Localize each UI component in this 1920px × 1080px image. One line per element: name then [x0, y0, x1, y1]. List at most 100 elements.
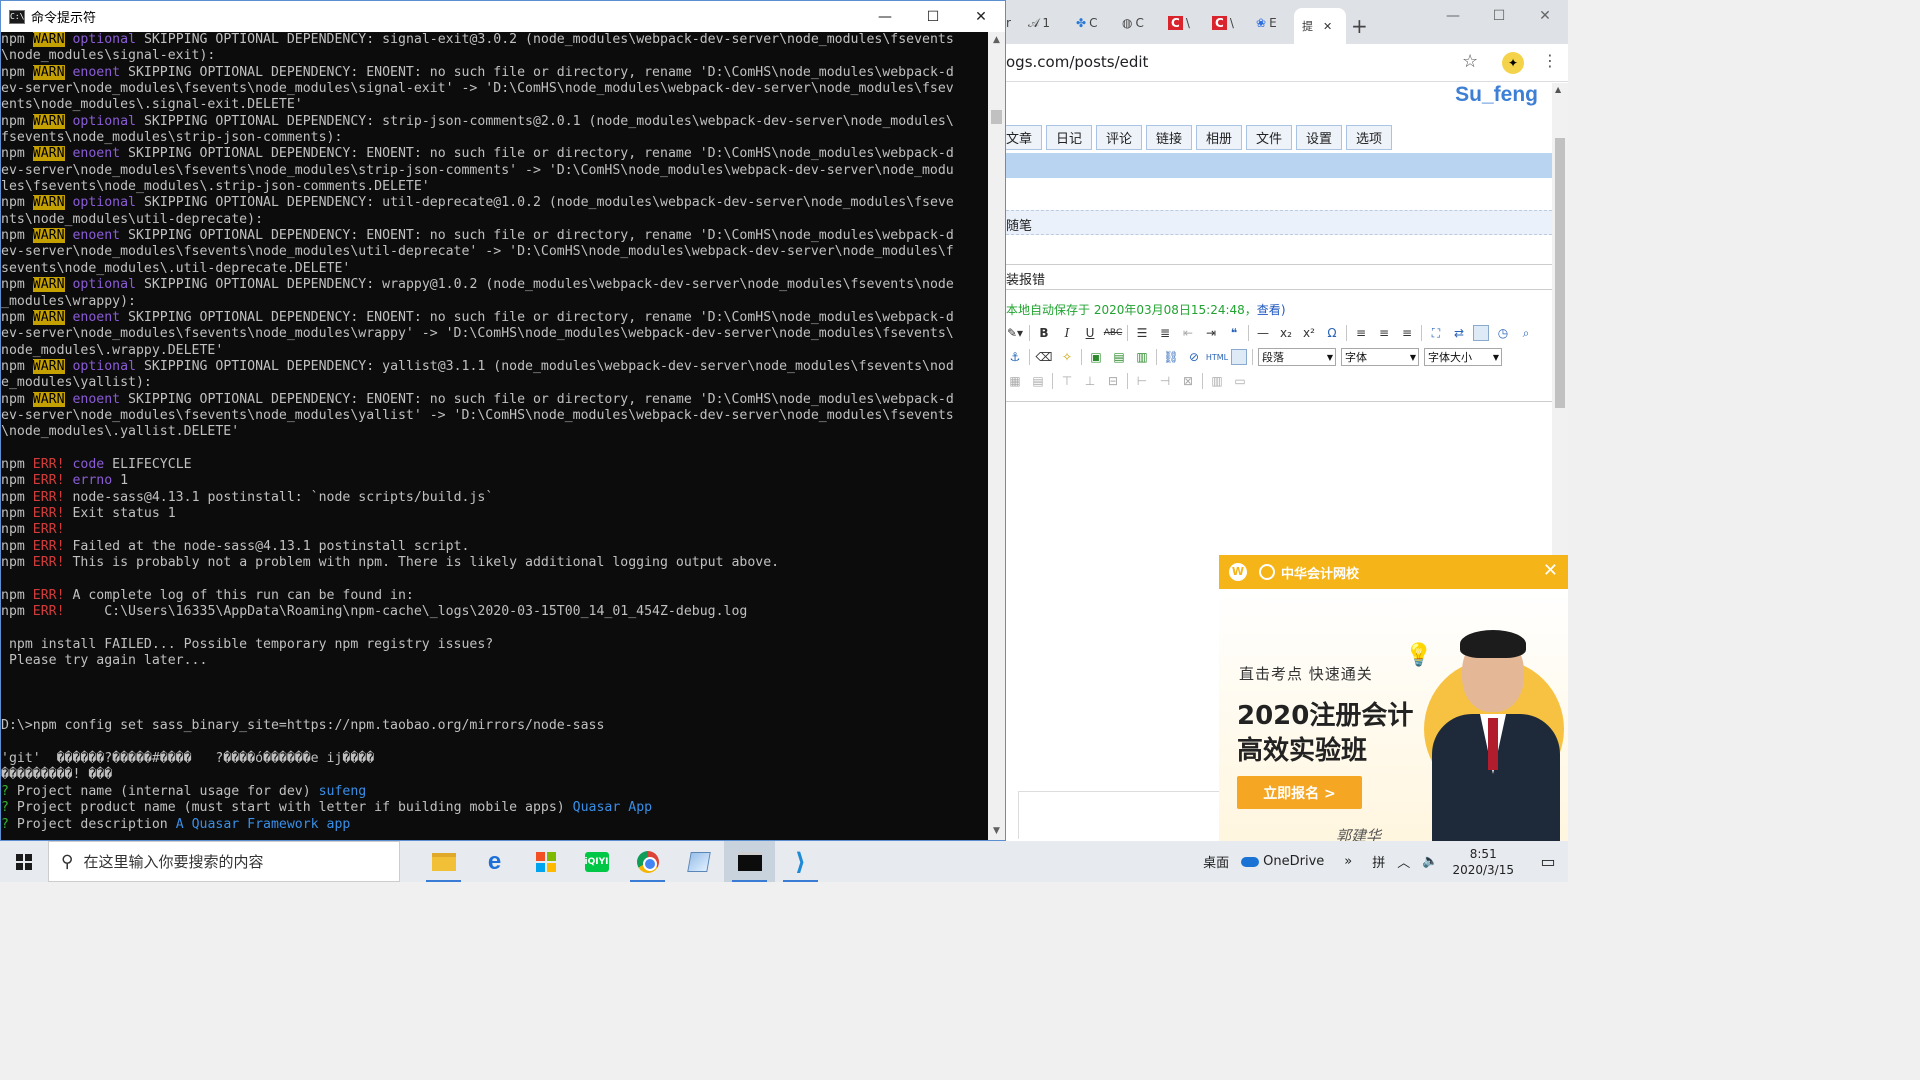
replace-icon[interactable]: ⇄: [1450, 324, 1468, 342]
merge-cells-icon[interactable]: ▭: [1231, 372, 1249, 390]
delete-row-icon[interactable]: ⊟: [1104, 372, 1122, 390]
browser-tab[interactable]: ✤ C: [1076, 12, 1120, 34]
browser-tab[interactable]: 𝒜1: [1028, 12, 1072, 34]
show-hidden-icons-icon[interactable]: ︿: [1391, 852, 1416, 871]
bullet-list-icon[interactable]: ☰: [1133, 324, 1151, 342]
special-char-icon[interactable]: Ω: [1323, 324, 1341, 342]
extension-icon[interactable]: ✦: [1502, 52, 1524, 74]
ad-signup-button[interactable]: 立即报名 >: [1237, 776, 1362, 809]
onedrive-item[interactable]: OneDrive: [1235, 854, 1330, 869]
page-scroll-thumb[interactable]: [1555, 138, 1565, 408]
browser-tab[interactable]: C \: [1168, 12, 1212, 34]
nav-tab-posts[interactable]: 文章: [1006, 125, 1042, 150]
cmd-scrollbar[interactable]: ▲ ▼: [988, 32, 1005, 840]
ad-body[interactable]: 💡 直击考点 快速通关 2020注册会计 高效实验班 立即报名 > 郭建华 考前…: [1219, 589, 1568, 841]
fullscreen-icon[interactable]: [1231, 349, 1247, 365]
cmd-titlebar[interactable]: C:\ 命令提示符 — ☐ ✕: [1, 1, 1005, 32]
align-left-icon[interactable]: ≡: [1352, 324, 1370, 342]
new-tab-button[interactable]: +: [1351, 14, 1368, 38]
nav-tab-diary[interactable]: 日记: [1046, 125, 1092, 150]
delete-col-icon[interactable]: ⊠: [1179, 372, 1197, 390]
taskbar-notes[interactable]: [673, 841, 724, 882]
text-color-icon[interactable]: ✎▾: [1006, 324, 1024, 342]
preview-icon[interactable]: ⌕: [1517, 324, 1535, 342]
toolbar-expand-icon[interactable]: »: [1330, 854, 1366, 869]
browser-menu-icon[interactable]: ⋮: [1542, 51, 1558, 70]
eraser-icon[interactable]: ⌫: [1035, 348, 1053, 366]
username[interactable]: Su_feng: [1455, 83, 1538, 107]
table-icon[interactable]: ▦: [1006, 372, 1024, 390]
time-icon[interactable]: ◷: [1494, 324, 1512, 342]
font-size-select[interactable]: 字体大小 ▼: [1424, 348, 1502, 366]
nav-tab-comments[interactable]: 评论: [1096, 125, 1142, 150]
browser-minimize-button[interactable]: —: [1430, 0, 1476, 32]
nav-tab-options[interactable]: 选项: [1346, 125, 1392, 150]
col-before-icon[interactable]: ⊢: [1133, 372, 1151, 390]
scroll-up-arrow-icon[interactable]: ▲: [1555, 85, 1561, 94]
close-button[interactable]: ✕: [957, 1, 1005, 32]
maximize-button[interactable]: ☐: [909, 1, 957, 32]
blockquote-icon[interactable]: ❝: [1225, 324, 1243, 342]
insert-image-icon[interactable]: ▣: [1087, 348, 1105, 366]
superscript-icon[interactable]: x²: [1300, 324, 1318, 342]
browser-maximize-button[interactable]: ☐: [1476, 0, 1522, 32]
browser-tab[interactable]: C \: [1212, 12, 1256, 34]
anchor-icon[interactable]: ⚓: [1006, 348, 1024, 366]
autosave-view-link[interactable]: 查看: [1257, 303, 1281, 317]
ad-close-icon[interactable]: ✕: [1543, 560, 1558, 581]
html-source-icon[interactable]: HTML: [1206, 348, 1228, 366]
split-cells-icon[interactable]: ▥: [1208, 372, 1226, 390]
strikethrough-icon[interactable]: ABC: [1104, 324, 1122, 342]
font-family-select[interactable]: 字体 ▼: [1341, 348, 1419, 366]
row-before-icon[interactable]: ⊤: [1058, 372, 1076, 390]
volume-icon[interactable]: 🔈: [1416, 854, 1444, 869]
clock[interactable]: 8:51 2020/3/15: [1444, 846, 1528, 878]
paragraph-format-select[interactable]: 段落 ▼: [1258, 348, 1336, 366]
taskbar-iqiyi[interactable]: iQIYI: [571, 841, 622, 882]
horizontal-rule-icon[interactable]: —: [1254, 324, 1272, 342]
scroll-up-arrow-icon[interactable]: ▲: [988, 32, 1005, 49]
bold-icon[interactable]: B: [1035, 324, 1053, 342]
taskbar-chrome[interactable]: [622, 841, 673, 882]
align-center-icon[interactable]: ≡: [1375, 324, 1393, 342]
nav-tab-settings[interactable]: 设置: [1296, 125, 1342, 150]
underline-icon[interactable]: U: [1081, 324, 1099, 342]
numbered-list-icon[interactable]: ≣: [1156, 324, 1174, 342]
browser-tab[interactable]: ◍ C: [1122, 12, 1166, 34]
ime-indicator[interactable]: 拼: [1366, 852, 1391, 871]
find-icon[interactable]: ⛶: [1427, 324, 1445, 342]
table-props-icon[interactable]: ▤: [1029, 372, 1047, 390]
bookmark-star-icon[interactable]: ☆: [1462, 51, 1478, 72]
minimize-button[interactable]: —: [861, 1, 909, 32]
image-icon[interactable]: ▤: [1110, 348, 1128, 366]
tab-close-icon[interactable]: ✕: [1323, 20, 1332, 33]
unlink-icon[interactable]: ⊘: [1185, 348, 1203, 366]
desktop-toolbar[interactable]: 桌面: [1197, 852, 1235, 871]
title-input[interactable]: 装报错: [1006, 264, 1552, 290]
outdent-icon[interactable]: ⇤: [1179, 324, 1197, 342]
address-bar[interactable]: ogs.com/posts/edit: [1006, 53, 1148, 71]
cmd-window[interactable]: C:\ 命令提示符 — ☐ ✕ npm WARN optional SKIPPI…: [0, 0, 1006, 841]
taskbar-vscode[interactable]: ⟩: [775, 841, 826, 882]
link-icon[interactable]: ⛓: [1162, 348, 1180, 366]
nav-tab-links[interactable]: 链接: [1146, 125, 1192, 150]
cleanup-icon[interactable]: ✧: [1058, 348, 1076, 366]
media-icon[interactable]: ▥: [1133, 348, 1151, 366]
cmd-output[interactable]: npm WARN optional SKIPPING OPTIONAL DEPE…: [1, 32, 988, 840]
taskbar-file-explorer[interactable]: [418, 841, 469, 882]
taskbar-search[interactable]: ⚲ 在这里输入你要搜索的内容: [48, 841, 400, 882]
nav-tab-files[interactable]: 文件: [1246, 125, 1292, 150]
taskbar-edge[interactable]: e: [469, 841, 520, 882]
date-icon[interactable]: [1473, 325, 1489, 341]
ad-popup[interactable]: W 中华会计网校 ✕ 💡 直击考点 快速通关 2020注册会计 高效实验班 立即…: [1219, 555, 1568, 841]
nav-tab-albums[interactable]: 相册: [1196, 125, 1242, 150]
subscript-icon[interactable]: x₂: [1277, 324, 1295, 342]
browser-tab-active[interactable]: 提 ✕: [1294, 8, 1346, 44]
taskbar-store[interactable]: [520, 841, 571, 882]
indent-icon[interactable]: ⇥: [1202, 324, 1220, 342]
scroll-thumb[interactable]: [991, 110, 1002, 124]
start-button[interactable]: [0, 841, 48, 882]
align-right-icon[interactable]: ≡: [1398, 324, 1416, 342]
notification-icon[interactable]: ▭: [1528, 852, 1568, 871]
row-after-icon[interactable]: ⊥: [1081, 372, 1099, 390]
